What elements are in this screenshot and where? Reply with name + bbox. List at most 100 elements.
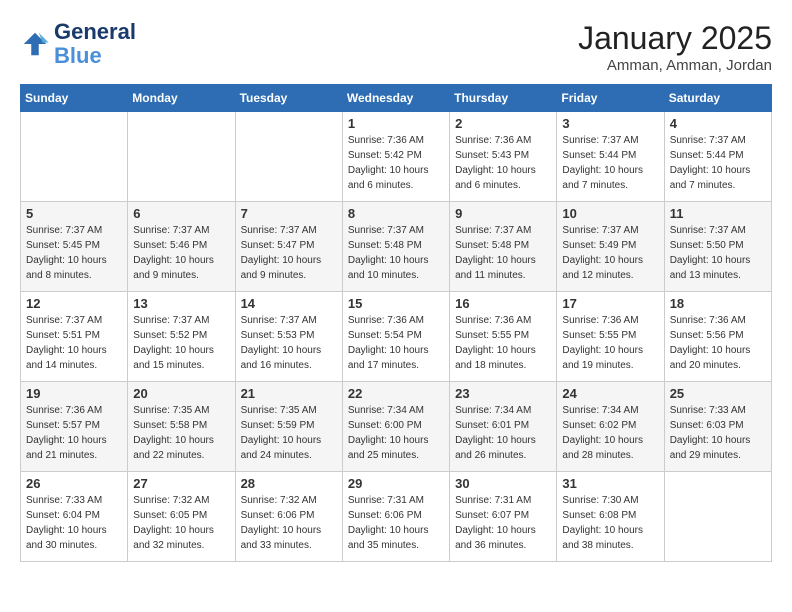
calendar-cell: 16 Sunrise: 7:36 AMSunset: 5:55 PMDaylig… — [450, 292, 557, 382]
calendar-cell — [21, 112, 128, 202]
day-info: Sunrise: 7:37 AMSunset: 5:48 PMDaylight:… — [455, 223, 551, 283]
calendar-cell: 28 Sunrise: 7:32 AMSunset: 6:06 PMDaylig… — [235, 472, 342, 562]
day-info: Sunrise: 7:36 AMSunset: 5:42 PMDaylight:… — [348, 133, 444, 193]
day-number: 26 — [26, 476, 122, 491]
calendar-cell: 24 Sunrise: 7:34 AMSunset: 6:02 PMDaylig… — [557, 382, 664, 472]
day-number: 27 — [133, 476, 229, 491]
day-info: Sunrise: 7:36 AMSunset: 5:55 PMDaylight:… — [455, 313, 551, 373]
calendar-cell: 21 Sunrise: 7:35 AMSunset: 5:59 PMDaylig… — [235, 382, 342, 472]
weekday-header-wednesday: Wednesday — [342, 85, 449, 112]
day-number: 22 — [348, 386, 444, 401]
day-number: 29 — [348, 476, 444, 491]
calendar-cell: 27 Sunrise: 7:32 AMSunset: 6:05 PMDaylig… — [128, 472, 235, 562]
calendar-cell: 9 Sunrise: 7:37 AMSunset: 5:48 PMDayligh… — [450, 202, 557, 292]
day-info: Sunrise: 7:32 AMSunset: 6:06 PMDaylight:… — [241, 493, 337, 553]
day-info: Sunrise: 7:37 AMSunset: 5:49 PMDaylight:… — [562, 223, 658, 283]
weekday-header-sunday: Sunday — [21, 85, 128, 112]
day-info: Sunrise: 7:36 AMSunset: 5:57 PMDaylight:… — [26, 403, 122, 463]
day-number: 7 — [241, 206, 337, 221]
day-number: 14 — [241, 296, 337, 311]
day-info: Sunrise: 7:37 AMSunset: 5:50 PMDaylight:… — [670, 223, 766, 283]
day-info: Sunrise: 7:35 AMSunset: 5:59 PMDaylight:… — [241, 403, 337, 463]
day-info: Sunrise: 7:37 AMSunset: 5:44 PMDaylight:… — [670, 133, 766, 193]
calendar-cell: 3 Sunrise: 7:37 AMSunset: 5:44 PMDayligh… — [557, 112, 664, 202]
day-number: 17 — [562, 296, 658, 311]
calendar-cell: 1 Sunrise: 7:36 AMSunset: 5:42 PMDayligh… — [342, 112, 449, 202]
week-row-2: 5 Sunrise: 7:37 AMSunset: 5:45 PMDayligh… — [21, 202, 772, 292]
weekday-header-tuesday: Tuesday — [235, 85, 342, 112]
calendar-cell: 18 Sunrise: 7:36 AMSunset: 5:56 PMDaylig… — [664, 292, 771, 382]
page-header: GeneralBlue January 2025 Amman, Amman, J… — [20, 20, 772, 74]
day-number: 31 — [562, 476, 658, 491]
calendar-cell: 2 Sunrise: 7:36 AMSunset: 5:43 PMDayligh… — [450, 112, 557, 202]
calendar-cell: 13 Sunrise: 7:37 AMSunset: 5:52 PMDaylig… — [128, 292, 235, 382]
calendar-cell: 26 Sunrise: 7:33 AMSunset: 6:04 PMDaylig… — [21, 472, 128, 562]
calendar-cell: 5 Sunrise: 7:37 AMSunset: 5:45 PMDayligh… — [21, 202, 128, 292]
day-info: Sunrise: 7:34 AMSunset: 6:02 PMDaylight:… — [562, 403, 658, 463]
calendar-cell: 31 Sunrise: 7:30 AMSunset: 6:08 PMDaylig… — [557, 472, 664, 562]
day-info: Sunrise: 7:34 AMSunset: 6:01 PMDaylight:… — [455, 403, 551, 463]
day-number: 11 — [670, 206, 766, 221]
day-number: 30 — [455, 476, 551, 491]
day-number: 2 — [455, 116, 551, 131]
day-info: Sunrise: 7:36 AMSunset: 5:54 PMDaylight:… — [348, 313, 444, 373]
weekday-header-thursday: Thursday — [450, 85, 557, 112]
calendar-cell: 7 Sunrise: 7:37 AMSunset: 5:47 PMDayligh… — [235, 202, 342, 292]
logo-icon — [20, 29, 50, 59]
day-info: Sunrise: 7:35 AMSunset: 5:58 PMDaylight:… — [133, 403, 229, 463]
day-info: Sunrise: 7:37 AMSunset: 5:52 PMDaylight:… — [133, 313, 229, 373]
day-number: 12 — [26, 296, 122, 311]
day-number: 15 — [348, 296, 444, 311]
day-number: 25 — [670, 386, 766, 401]
day-number: 21 — [241, 386, 337, 401]
calendar-cell — [235, 112, 342, 202]
day-number: 4 — [670, 116, 766, 131]
calendar-cell: 10 Sunrise: 7:37 AMSunset: 5:49 PMDaylig… — [557, 202, 664, 292]
calendar-cell: 6 Sunrise: 7:37 AMSunset: 5:46 PMDayligh… — [128, 202, 235, 292]
day-number: 5 — [26, 206, 122, 221]
calendar-cell — [128, 112, 235, 202]
weekday-header-monday: Monday — [128, 85, 235, 112]
weekday-header-friday: Friday — [557, 85, 664, 112]
day-number: 9 — [455, 206, 551, 221]
day-info: Sunrise: 7:37 AMSunset: 5:46 PMDaylight:… — [133, 223, 229, 283]
day-number: 6 — [133, 206, 229, 221]
week-row-1: 1 Sunrise: 7:36 AMSunset: 5:42 PMDayligh… — [21, 112, 772, 202]
week-row-3: 12 Sunrise: 7:37 AMSunset: 5:51 PMDaylig… — [21, 292, 772, 382]
day-info: Sunrise: 7:32 AMSunset: 6:05 PMDaylight:… — [133, 493, 229, 553]
day-info: Sunrise: 7:37 AMSunset: 5:45 PMDaylight:… — [26, 223, 122, 283]
day-info: Sunrise: 7:36 AMSunset: 5:56 PMDaylight:… — [670, 313, 766, 373]
week-row-5: 26 Sunrise: 7:33 AMSunset: 6:04 PMDaylig… — [21, 472, 772, 562]
day-info: Sunrise: 7:37 AMSunset: 5:48 PMDaylight:… — [348, 223, 444, 283]
week-row-4: 19 Sunrise: 7:36 AMSunset: 5:57 PMDaylig… — [21, 382, 772, 472]
day-info: Sunrise: 7:37 AMSunset: 5:51 PMDaylight:… — [26, 313, 122, 373]
calendar-cell: 19 Sunrise: 7:36 AMSunset: 5:57 PMDaylig… — [21, 382, 128, 472]
day-number: 20 — [133, 386, 229, 401]
calendar-cell: 23 Sunrise: 7:34 AMSunset: 6:01 PMDaylig… — [450, 382, 557, 472]
weekday-header-saturday: Saturday — [664, 85, 771, 112]
calendar-cell: 15 Sunrise: 7:36 AMSunset: 5:54 PMDaylig… — [342, 292, 449, 382]
day-info: Sunrise: 7:33 AMSunset: 6:04 PMDaylight:… — [26, 493, 122, 553]
day-number: 23 — [455, 386, 551, 401]
day-number: 1 — [348, 116, 444, 131]
day-number: 3 — [562, 116, 658, 131]
calendar-cell — [664, 472, 771, 562]
day-info: Sunrise: 7:36 AMSunset: 5:55 PMDaylight:… — [562, 313, 658, 373]
calendar-cell: 25 Sunrise: 7:33 AMSunset: 6:03 PMDaylig… — [664, 382, 771, 472]
logo-text: GeneralBlue — [54, 20, 136, 68]
calendar-table: SundayMondayTuesdayWednesdayThursdayFrid… — [20, 84, 772, 562]
day-info: Sunrise: 7:33 AMSunset: 6:03 PMDaylight:… — [670, 403, 766, 463]
day-info: Sunrise: 7:31 AMSunset: 6:07 PMDaylight:… — [455, 493, 551, 553]
calendar-cell: 29 Sunrise: 7:31 AMSunset: 6:06 PMDaylig… — [342, 472, 449, 562]
calendar-cell: 14 Sunrise: 7:37 AMSunset: 5:53 PMDaylig… — [235, 292, 342, 382]
day-number: 28 — [241, 476, 337, 491]
calendar-cell: 8 Sunrise: 7:37 AMSunset: 5:48 PMDayligh… — [342, 202, 449, 292]
month-title: January 2025 — [578, 20, 772, 57]
day-number: 18 — [670, 296, 766, 311]
location: Amman, Amman, Jordan — [578, 57, 772, 74]
calendar-cell: 12 Sunrise: 7:37 AMSunset: 5:51 PMDaylig… — [21, 292, 128, 382]
day-number: 13 — [133, 296, 229, 311]
title-block: January 2025 Amman, Amman, Jordan — [578, 20, 772, 74]
calendar-cell: 17 Sunrise: 7:36 AMSunset: 5:55 PMDaylig… — [557, 292, 664, 382]
day-number: 19 — [26, 386, 122, 401]
